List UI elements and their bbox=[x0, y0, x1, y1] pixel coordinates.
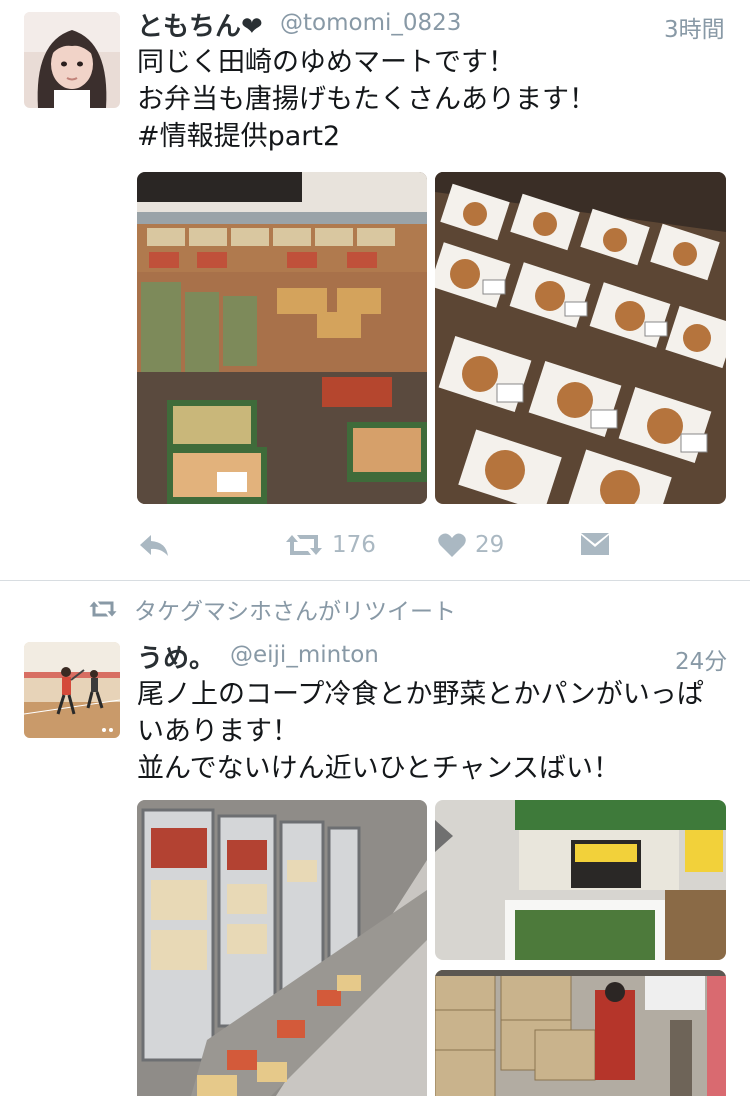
retweet-icon bbox=[89, 601, 117, 617]
tweet[interactable]: タケグマシホさんがリツイート うめ。 @eiji_minton 24分 尾ノ上の… bbox=[0, 580, 750, 1096]
avatar[interactable] bbox=[24, 12, 120, 108]
tweet-time[interactable]: 24分 bbox=[675, 642, 727, 676]
like-count: 29 bbox=[475, 532, 505, 558]
author-name[interactable]: ともちん❤ bbox=[137, 6, 263, 43]
avatar[interactable] bbox=[24, 642, 120, 738]
tweet-text-line: 並んでないけん近いひとチャンスばい！ bbox=[137, 753, 621, 784]
tweet[interactable]: ともちん❤ @tomomi_0823 3時間 同じく田崎のゆめマートです！ お弁… bbox=[0, 0, 750, 580]
tweet-text-line: いあります！ bbox=[137, 716, 299, 747]
reply-icon bbox=[140, 535, 168, 556]
retweet-count: 176 bbox=[332, 532, 376, 558]
karaage-trays-photo[interactable] bbox=[435, 172, 726, 504]
retweet-context[interactable]: タケグマシホさんがリツイート bbox=[88, 592, 456, 626]
broccoli-box-photo[interactable] bbox=[435, 800, 726, 960]
hashtag-link[interactable]: #情報提供part2 bbox=[137, 118, 737, 155]
tweet-actions: 176 29 bbox=[0, 520, 750, 570]
tweet-text-line: お弁当も唐揚げもたくさんあります！ bbox=[137, 84, 596, 115]
tweet-text-line: 尾ノ上のコープ冷食とか野菜とかパンがいっぱ bbox=[137, 679, 704, 710]
tweet-time[interactable]: 3時間 bbox=[664, 10, 725, 44]
envelope-icon bbox=[581, 533, 609, 555]
tweet-text: 尾ノ上のコープ冷食とか野菜とかパンがいっぱ いあります！ 並んでないけん近いひと… bbox=[137, 676, 737, 787]
retweet-button[interactable]: 176 bbox=[284, 520, 376, 570]
heart-icon bbox=[438, 533, 466, 557]
reply-button[interactable] bbox=[137, 520, 171, 570]
bento-counter-photo[interactable] bbox=[137, 172, 427, 504]
tweet-text: 同じく田崎のゆめマートです！ お弁当も唐揚げもたくさんあります！ #情報提供pa… bbox=[137, 44, 737, 155]
author-handle[interactable]: @tomomi_0823 bbox=[280, 10, 461, 36]
retweet-icon bbox=[286, 535, 322, 555]
author-name[interactable]: うめ。 bbox=[137, 638, 215, 675]
direct-message-button[interactable] bbox=[579, 520, 611, 570]
author-handle[interactable]: @eiji_minton bbox=[230, 642, 379, 668]
like-button[interactable]: 29 bbox=[437, 520, 504, 570]
retweet-context-label: タケグマシホさんがリツイート bbox=[134, 599, 456, 625]
stockroom-photo[interactable] bbox=[435, 970, 726, 1096]
tweet-text-line: 同じく田崎のゆめマートです！ bbox=[137, 47, 515, 78]
freezer-aisle-photo[interactable] bbox=[137, 800, 427, 1096]
